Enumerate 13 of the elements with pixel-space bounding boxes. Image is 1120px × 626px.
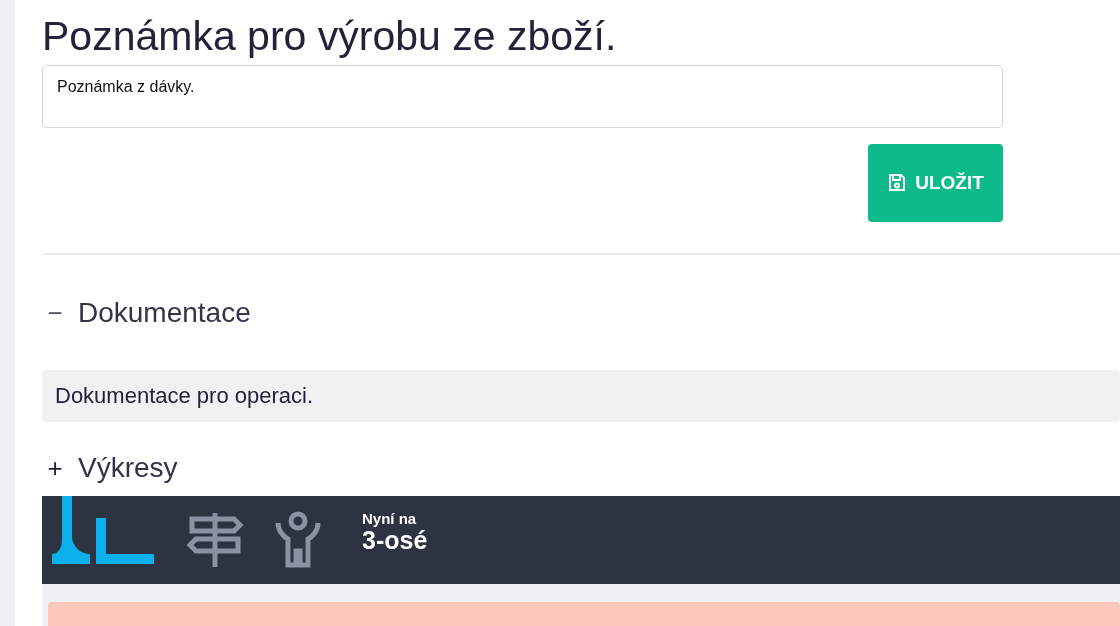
section-title: Dokumentace: [78, 297, 251, 329]
logo-icon: [52, 496, 156, 564]
status-label: Nyní na: [362, 509, 418, 527]
status-value: 3-osé: [362, 526, 428, 553]
section-toggle[interactable]: −: [42, 297, 68, 329]
note-field[interactable]: Poznámka z dávky.: [42, 65, 1003, 128]
person-icon: [274, 511, 322, 569]
section-toggle[interactable]: +: [42, 452, 68, 484]
section-content: Dokumentace pro operaci.: [42, 370, 1120, 422]
save-icon: [887, 173, 908, 193]
section-title: Výkresy: [78, 452, 178, 484]
signpost-icon: [186, 511, 244, 569]
note-heading: Poznámka pro výrobu ze zboží.: [42, 12, 618, 61]
